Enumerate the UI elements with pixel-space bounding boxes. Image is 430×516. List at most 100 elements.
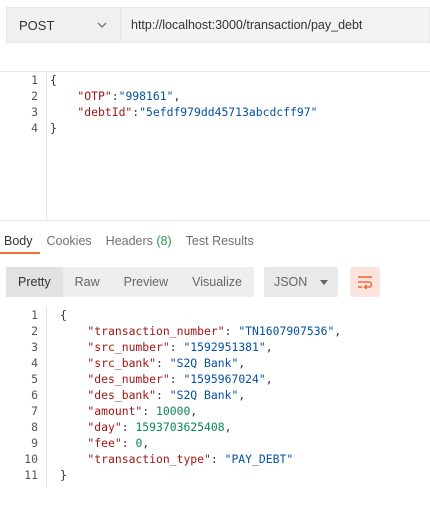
line-number: 3 [31, 105, 38, 119]
code-line: 1{ [0, 307, 430, 323]
wrap-lines-button[interactable] [349, 267, 380, 297]
response-view-toolbar: Pretty Raw Preview Visualize JSON [6, 267, 380, 297]
json-str: "PAY_DEBT" [224, 452, 294, 466]
code-line: 8 "day": 1593703625408, [0, 419, 430, 435]
json-punc: { [50, 73, 57, 87]
json-str: "1592951381" [183, 340, 266, 354]
json-punc: , [190, 404, 198, 418]
url-field[interactable] [120, 7, 430, 43]
line-text: "transaction_number": "TN1607907536", [60, 323, 341, 339]
line-text: { [60, 307, 67, 323]
json-key: "src_number" [60, 340, 170, 354]
tab-test-results[interactable]: Test Results [179, 230, 261, 252]
json-punc: : [156, 388, 170, 402]
tab-label: Body [4, 234, 33, 248]
code-line: 9 "fee": 0, [0, 435, 430, 451]
code-line: 3 "src_number": "1592951381", [0, 339, 430, 355]
line-text: "debtId":"5efdf979dd45713abcdcff97" [50, 104, 317, 120]
line-number: 1 [31, 308, 38, 322]
request-body-lines: 1{2 "OTP":"998161", 3 "debtId":"5efdf979d… [0, 72, 430, 136]
json-num: 1593703625408 [135, 420, 225, 434]
code-line: 11} [0, 467, 430, 483]
line-number: 10 [24, 452, 38, 466]
line-number: 6 [31, 388, 38, 402]
tab-headers[interactable]: Headers (8) [99, 230, 179, 252]
tab-count-badge: (8) [152, 234, 172, 248]
json-punc: , [265, 372, 273, 386]
line-number: 3 [31, 340, 38, 354]
code-line: 1{ [0, 72, 430, 88]
tab-label: Headers [105, 234, 153, 248]
json-str: "TN1607907536" [238, 324, 335, 338]
json-key: "debtId" [50, 105, 133, 119]
json-punc: , [173, 89, 181, 103]
tab-cookies[interactable]: Cookies [40, 230, 99, 252]
json-punc: , [142, 436, 150, 450]
line-text: } [50, 120, 57, 136]
url-input[interactable] [131, 18, 429, 32]
line-text: "amount": 10000, [60, 403, 197, 419]
line-number: 2 [31, 324, 38, 338]
chevron-down-icon [94, 17, 110, 33]
code-line: 6 "des_bank": "S2Q Bank", [0, 387, 430, 403]
code-line: 3 "debtId":"5efdf979dd45713abcdcff97" [0, 104, 430, 120]
view-mode-raw[interactable]: Raw [63, 267, 112, 297]
json-str: "5efdf979dd45713abcdcff97" [139, 105, 318, 119]
json-key: "des_bank" [60, 388, 157, 402]
format-label: JSON [273, 275, 308, 289]
code-line: 5 "des_number": "1595967024", [0, 371, 430, 387]
line-number: 11 [24, 468, 38, 482]
json-punc: : [156, 356, 170, 370]
line-text: "src_number": "1592951381", [60, 339, 273, 355]
json-punc: : [169, 372, 184, 386]
json-punc: : [121, 420, 136, 434]
code-line: 2 "OTP":"998161", [0, 88, 430, 104]
view-mode-pretty[interactable]: Pretty [6, 267, 63, 297]
caret-down-icon [319, 279, 328, 285]
code-line: 7 "amount": 10000, [0, 403, 430, 419]
json-punc: , [265, 340, 273, 354]
json-key: "des_number" [60, 372, 170, 386]
json-key: "day" [60, 420, 122, 434]
json-punc: , [224, 420, 232, 434]
json-punc: { [60, 308, 67, 322]
method-label: POST [19, 17, 55, 33]
line-number: 4 [31, 356, 38, 370]
format-select[interactable]: JSON [263, 267, 338, 297]
json-num: 10000 [156, 404, 191, 418]
json-key: "src_bank" [60, 356, 157, 370]
line-text: "day": 1593703625408, [60, 419, 231, 435]
json-str: "1595967024" [183, 372, 266, 386]
code-line: 2 "transaction_number": "TN1607907536", [0, 323, 430, 339]
request-body-editor[interactable]: 1{2 "OTP":"998161", 3 "debtId":"5efdf979d… [0, 71, 430, 221]
json-punc: } [60, 468, 67, 482]
code-line: 4 "src_bank": "S2Q Bank", [0, 355, 430, 371]
json-punc: : [169, 340, 184, 354]
json-key: "fee" [60, 436, 122, 450]
json-key: "OTP" [50, 89, 112, 103]
view-mode-preview[interactable]: Preview [112, 267, 180, 297]
json-punc: : [121, 436, 136, 450]
json-punc: : [142, 404, 157, 418]
line-text: { [50, 72, 57, 88]
line-text: "OTP":"998161", [50, 88, 180, 104]
line-text: "des_bank": "S2Q Bank", [60, 387, 245, 403]
json-key: "transaction_type" [60, 452, 211, 466]
view-mode-group: Pretty Raw Preview Visualize [6, 267, 254, 297]
view-mode-visualize[interactable]: Visualize [180, 267, 254, 297]
line-number: 9 [31, 436, 38, 450]
line-text: "fee": 0, [60, 435, 149, 451]
line-text: "src_bank": "S2Q Bank", [60, 355, 245, 371]
json-punc: , [334, 324, 342, 338]
json-str: "S2Q Bank" [169, 356, 239, 370]
line-number: 8 [31, 420, 38, 434]
response-body-viewer[interactable]: 1{2 "transaction_number": "TN1607907536"… [0, 307, 430, 487]
method-select[interactable]: POST [6, 7, 120, 43]
json-str: "S2Q Bank" [169, 388, 239, 402]
tab-label: Test Results [185, 234, 254, 248]
tab-body[interactable]: Body [0, 230, 40, 254]
response-body-lines: 1{2 "transaction_number": "TN1607907536"… [0, 307, 430, 483]
json-str: "998161" [118, 89, 174, 103]
text-wrap-icon [357, 275, 373, 289]
response-tabs: Body Cookies Headers (8) Test Results [0, 230, 261, 254]
